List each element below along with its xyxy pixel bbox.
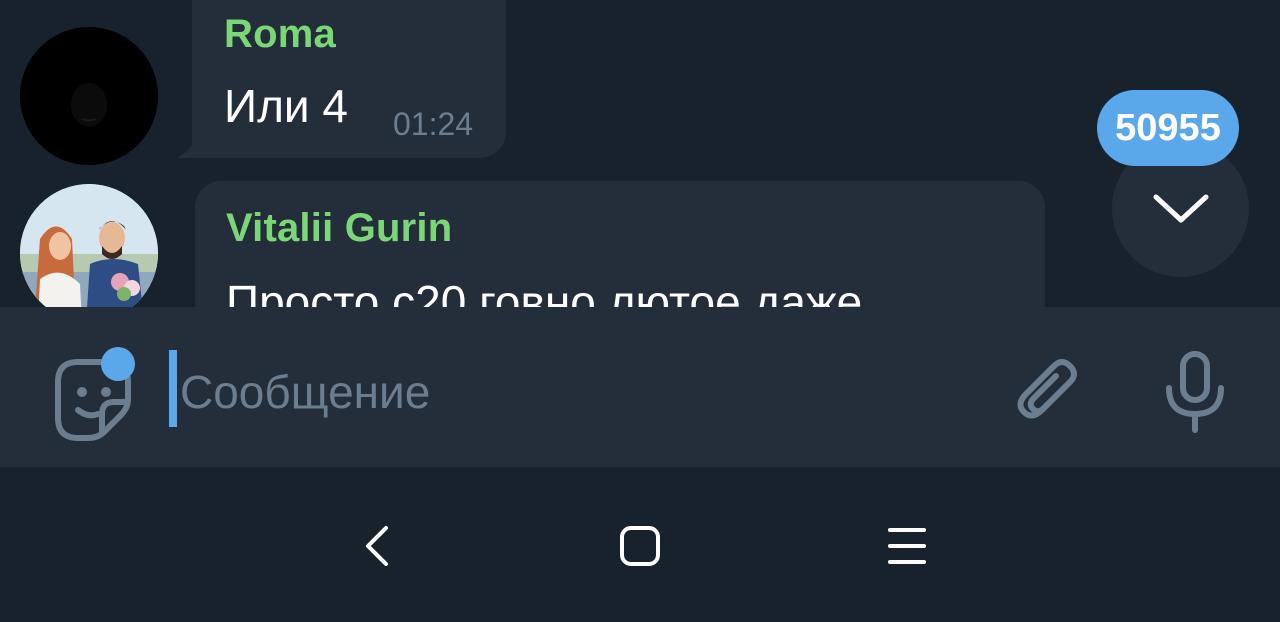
message-input[interactable] bbox=[180, 352, 980, 432]
nav-home-button[interactable] bbox=[612, 519, 666, 573]
notification-dot bbox=[101, 347, 135, 381]
recents-icon bbox=[888, 528, 926, 564]
message-composer bbox=[0, 307, 1280, 467]
back-icon bbox=[366, 526, 388, 566]
avatar-vitalii-gurin[interactable] bbox=[20, 184, 158, 307]
chat-history[interactable]: Roma Или 4 01:24 Vitalii Gurin Просто с2… bbox=[0, 0, 1280, 307]
chevron-down-icon bbox=[1153, 194, 1209, 223]
nav-back-button[interactable] bbox=[352, 519, 406, 573]
bubble-tail bbox=[176, 138, 200, 158]
voice-message-button[interactable] bbox=[1163, 350, 1227, 434]
avatar-roma[interactable] bbox=[20, 27, 158, 165]
home-icon bbox=[620, 526, 660, 566]
nav-recents-button[interactable] bbox=[880, 519, 934, 573]
sender-name[interactable]: Roma bbox=[224, 12, 336, 57]
attach-button[interactable] bbox=[1010, 354, 1084, 428]
text-cursor bbox=[169, 350, 177, 427]
message-text: Или 4 bbox=[224, 80, 348, 132]
microphone-icon bbox=[1166, 351, 1224, 433]
avatar-vitalii-gurin-image bbox=[20, 184, 158, 307]
avatar-roma-image bbox=[20, 27, 158, 165]
message-time: 01:24 bbox=[393, 106, 474, 142]
paperclip-icon bbox=[1017, 359, 1077, 419]
system-navigation-bar bbox=[0, 467, 1280, 622]
sender-name[interactable]: Vitalii Gurin bbox=[226, 206, 452, 251]
message-text: Просто с20 говно лютое даже bbox=[226, 276, 863, 307]
unread-count-badge[interactable]: 50955 bbox=[1097, 90, 1239, 166]
